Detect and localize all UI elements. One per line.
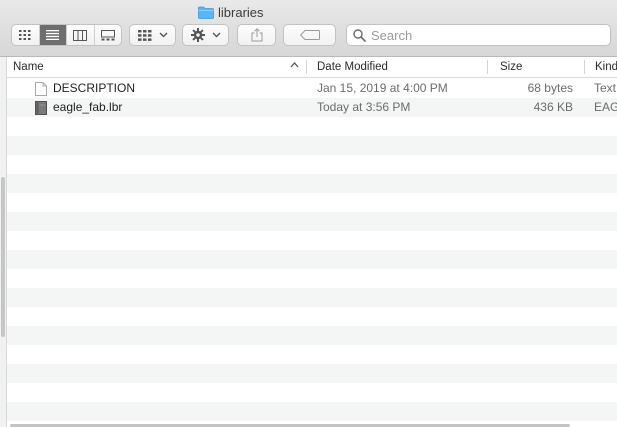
toolbar: libraries bbox=[0, 0, 617, 57]
library-file-icon bbox=[35, 101, 47, 115]
tag-icon bbox=[299, 30, 320, 40]
sidebar-edge bbox=[0, 57, 7, 427]
column-divider[interactable] bbox=[306, 60, 307, 74]
search-input[interactable] bbox=[371, 27, 601, 43]
group-by-icon bbox=[137, 29, 151, 41]
view-mode-control[interactable] bbox=[11, 24, 122, 46]
column-header-date-modified[interactable]: Date Modified bbox=[317, 57, 487, 77]
window-title-text: libraries bbox=[218, 4, 264, 20]
search-icon bbox=[353, 28, 366, 42]
column-header-name-label: Name bbox=[13, 61, 44, 73]
action-button[interactable] bbox=[182, 24, 229, 46]
finder-window: libraries Search Name Date Modified Size… bbox=[0, 0, 617, 427]
column-view-icon bbox=[73, 29, 88, 41]
text-document-icon bbox=[35, 82, 47, 96]
tag-button[interactable] bbox=[283, 24, 336, 46]
gear-icon bbox=[190, 28, 205, 42]
row-stripe bbox=[7, 117, 617, 136]
row-stripe bbox=[7, 383, 617, 402]
gallery-view-button[interactable] bbox=[95, 25, 122, 45]
column-view-button[interactable] bbox=[67, 25, 95, 45]
column-divider[interactable] bbox=[487, 60, 488, 74]
row-stripe bbox=[7, 402, 617, 421]
share-icon bbox=[251, 28, 262, 42]
file-date-modified: Today at 3:56 PM bbox=[317, 100, 411, 114]
row-stripe bbox=[7, 326, 617, 345]
file-name: DESCRIPTION bbox=[53, 81, 136, 95]
list-view-button[interactable] bbox=[39, 25, 67, 45]
icon-view-button[interactable] bbox=[12, 25, 40, 45]
file-kind: EAG bbox=[594, 100, 617, 114]
gallery-view-icon bbox=[100, 29, 115, 40]
column-header-kind-label: Kind bbox=[595, 61, 617, 73]
column-header-size[interactable]: Size bbox=[500, 57, 584, 77]
row-stripe bbox=[7, 212, 617, 231]
row-stripe bbox=[7, 288, 617, 307]
column-divider[interactable] bbox=[584, 60, 585, 74]
row-stripe bbox=[7, 155, 617, 174]
chevron-down-icon bbox=[159, 32, 167, 38]
column-header-kind[interactable]: Kind bbox=[595, 57, 617, 77]
file-row-description[interactable]: DESCRIPTION Jan 15, 2019 at 4:00 PM 68 b… bbox=[7, 79, 617, 98]
column-header-size-label: Size bbox=[500, 61, 523, 73]
file-size: 436 KB bbox=[533, 100, 573, 114]
group-by-button[interactable] bbox=[129, 24, 176, 46]
chevron-down-icon bbox=[212, 32, 220, 38]
file-list: DESCRIPTION Jan 15, 2019 at 4:00 PM 68 b… bbox=[7, 78, 617, 427]
share-button[interactable] bbox=[237, 24, 276, 46]
row-stripe bbox=[7, 174, 617, 193]
file-date-modified: Jan 15, 2019 at 4:00 PM bbox=[317, 81, 448, 95]
search-field[interactable] bbox=[346, 24, 611, 46]
sort-ascending-icon bbox=[290, 62, 299, 68]
row-stripe bbox=[7, 307, 617, 326]
row-stripe bbox=[7, 345, 617, 364]
column-header: Name Date Modified Size Kind bbox=[7, 57, 617, 78]
list-view-icon bbox=[46, 30, 60, 40]
row-stripe bbox=[7, 231, 617, 250]
row-stripe bbox=[7, 269, 617, 288]
row-stripe bbox=[7, 136, 617, 155]
row-stripe bbox=[7, 364, 617, 383]
column-header-name[interactable]: Name bbox=[13, 57, 303, 77]
row-stripe bbox=[7, 250, 617, 269]
file-kind: Text bbox=[594, 81, 617, 95]
icon-view-icon bbox=[19, 30, 31, 40]
file-size: 68 bytes bbox=[527, 81, 573, 95]
column-header-date-label: Date Modified bbox=[317, 61, 388, 73]
file-name: eagle_fab.lbr bbox=[53, 100, 123, 114]
row-stripe bbox=[7, 193, 617, 212]
window-title: libraries bbox=[198, 3, 264, 21]
folder-icon bbox=[198, 6, 214, 19]
file-row-eagle-fab[interactable]: eagle_fab.lbr Today at 3:56 PM 436 KB EA… bbox=[7, 98, 617, 117]
sidebar-scrollbar[interactable] bbox=[1, 177, 5, 337]
